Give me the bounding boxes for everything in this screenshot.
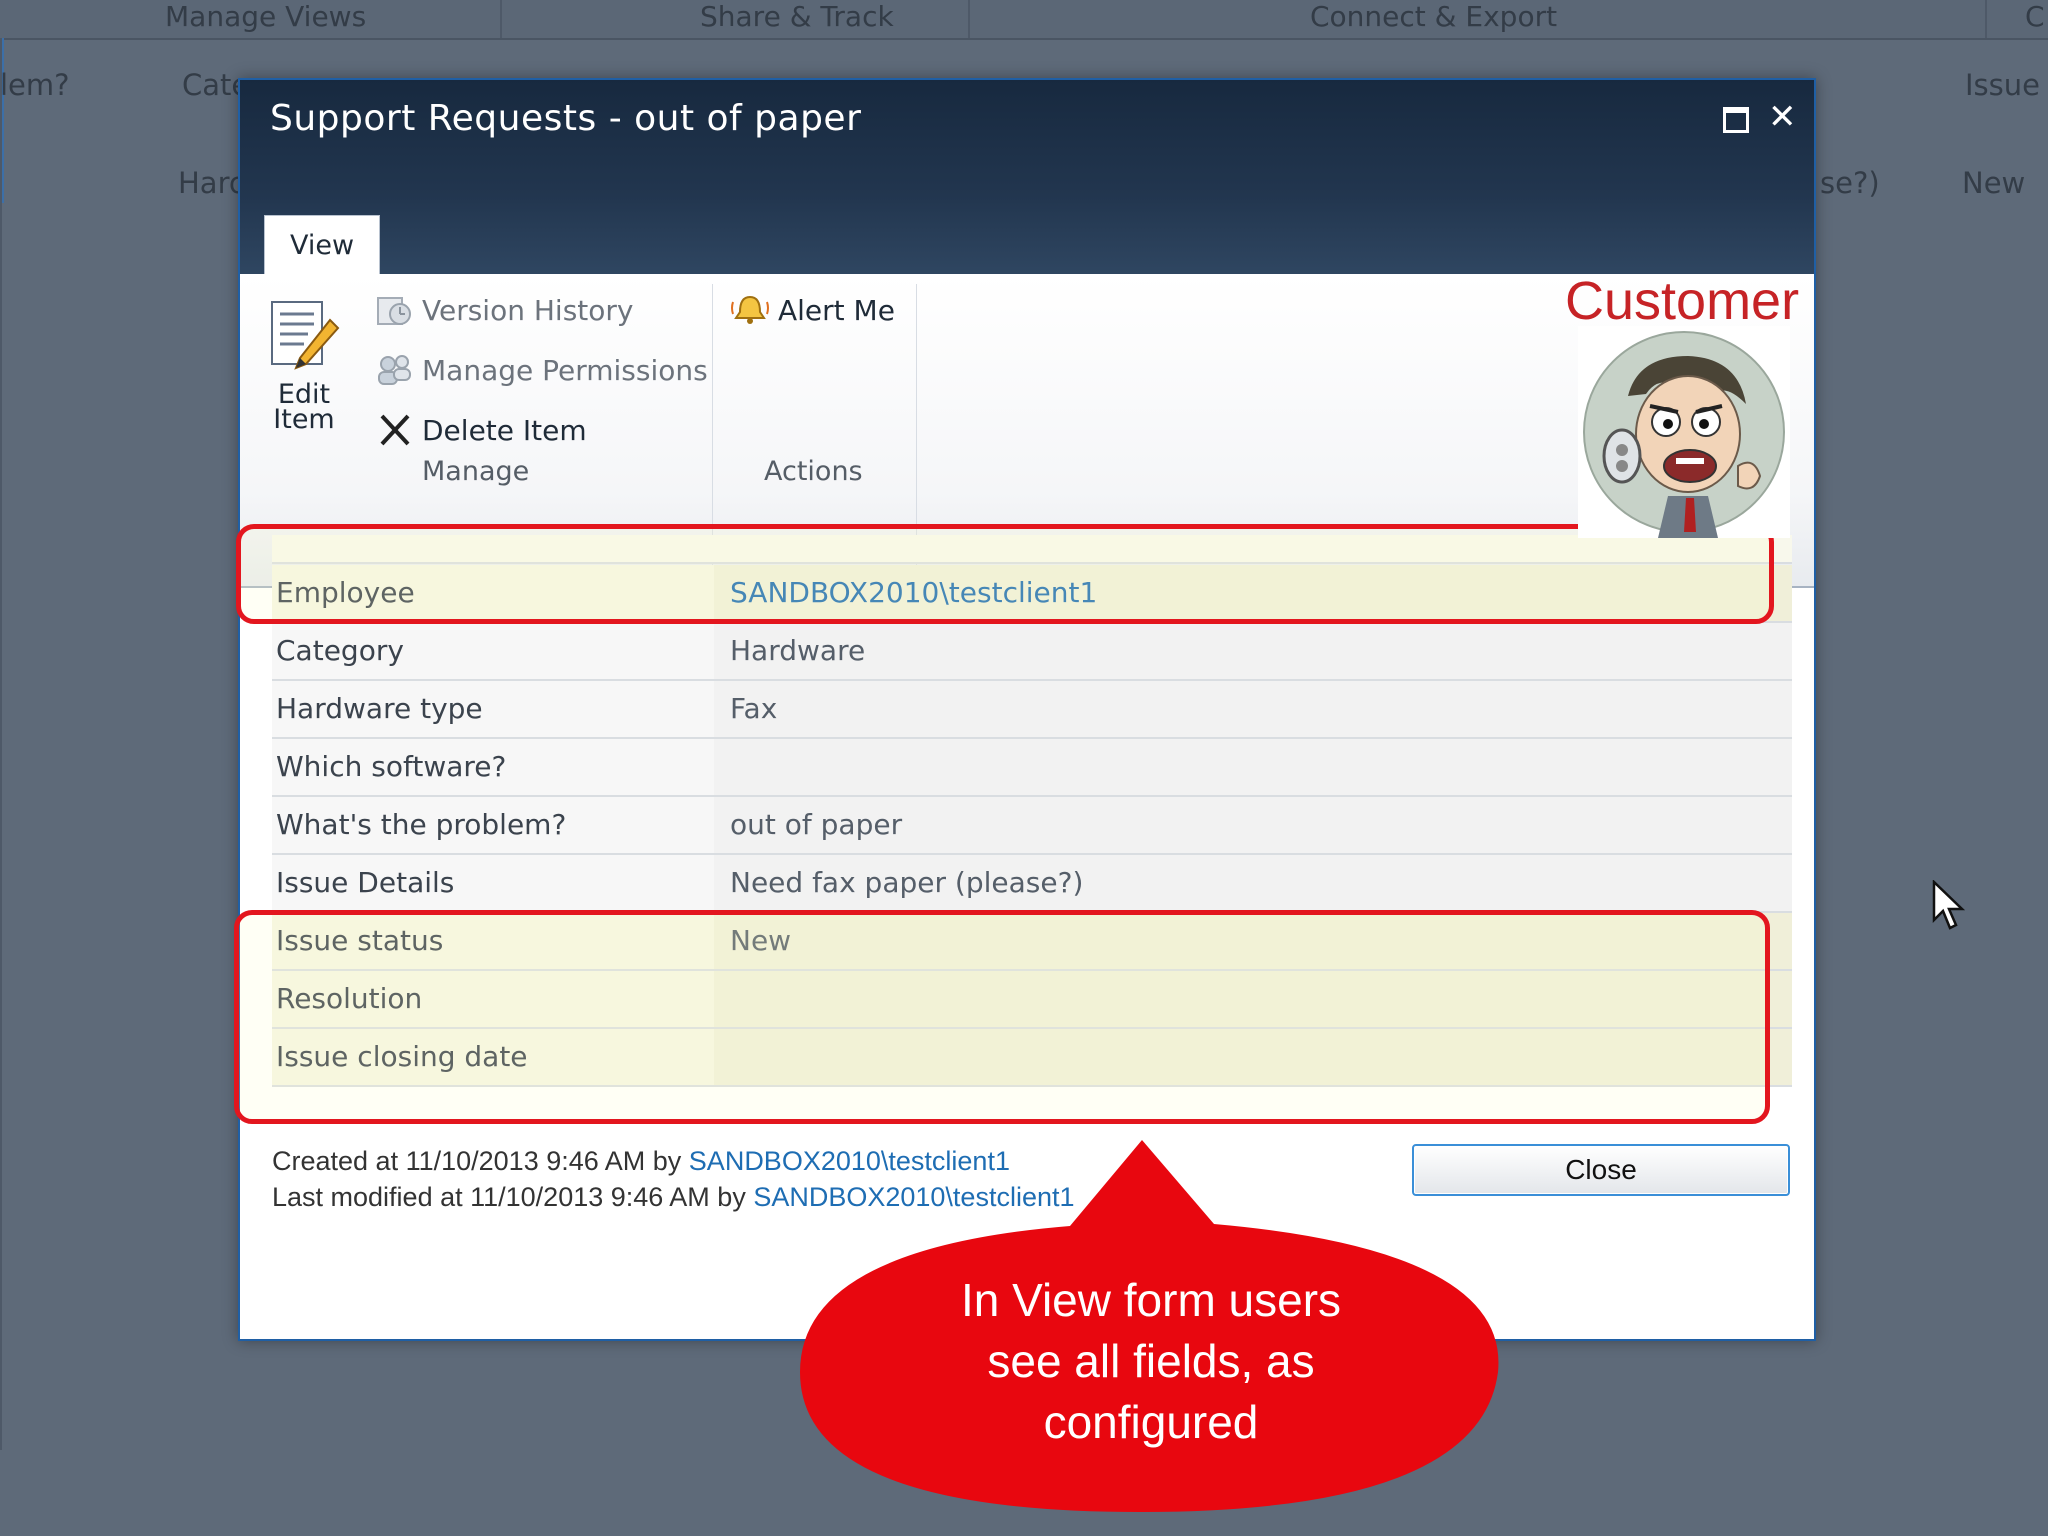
field-value: Hardware bbox=[714, 623, 1792, 679]
bg-separator bbox=[968, 0, 970, 38]
dialog-titlebar: Support Requests - out of paper ✕ View bbox=[240, 80, 1814, 276]
alert-me-button[interactable]: Alert Me bbox=[730, 290, 895, 330]
created-prefix: Created at 11/10/2013 9:46 AM by bbox=[272, 1146, 689, 1176]
edit-document-icon bbox=[271, 301, 340, 370]
edit-item-label: Edit Item bbox=[273, 379, 335, 435]
field-row-hardware-type: Hardware type Fax bbox=[272, 681, 1792, 739]
field-row-problem: What's the problem? out of paper bbox=[272, 797, 1792, 855]
bg-separator bbox=[500, 0, 502, 38]
mouse-cursor-icon bbox=[1932, 880, 1966, 930]
status-fields-highlight-box bbox=[234, 910, 1770, 1124]
field-value: Fax bbox=[714, 681, 1792, 737]
bg-separator bbox=[1985, 0, 1987, 38]
field-label: What's the problem? bbox=[272, 797, 714, 853]
dialog-title: Support Requests - out of paper bbox=[270, 98, 862, 139]
field-row-issue-details: Issue Details Need fax paper (please?) bbox=[272, 855, 1792, 913]
angry-customer-icon bbox=[1578, 326, 1790, 538]
bg-group-share-track: Share & Track bbox=[700, 0, 894, 33]
bg-column-header: Issue bbox=[1965, 68, 2040, 102]
delete-x-icon bbox=[374, 412, 414, 448]
tab-view[interactable]: View bbox=[264, 215, 380, 276]
modified-prefix: Last modified at 11/10/2013 9:46 AM by bbox=[272, 1182, 754, 1212]
alert-me-label: Alert Me bbox=[778, 293, 895, 327]
group-label-actions: Actions bbox=[764, 456, 863, 487]
bg-group-c: C bbox=[2025, 0, 2045, 33]
customer-label: Customer bbox=[1565, 271, 1800, 331]
version-history-button[interactable]: Version History bbox=[374, 290, 633, 330]
version-history-icon bbox=[374, 292, 414, 328]
callout-line: see all fields, as bbox=[987, 1335, 1315, 1387]
delete-item-label: Delete Item bbox=[422, 413, 587, 447]
group-label-manage: Manage bbox=[422, 456, 530, 487]
field-value: Need fax paper (please?) bbox=[714, 855, 1792, 911]
callout-line: configured bbox=[1043, 1396, 1259, 1448]
edit-item-button[interactable]: Edit Item bbox=[264, 292, 344, 442]
close-icon[interactable]: ✕ bbox=[1768, 100, 1798, 134]
callout-text: In View form users see all fields, as co… bbox=[866, 1270, 1436, 1453]
permissions-icon bbox=[374, 352, 414, 388]
bg-left-border bbox=[0, 38, 2, 1450]
manage-permissions-button[interactable]: Manage Permissions bbox=[374, 350, 708, 390]
field-value bbox=[714, 739, 1792, 795]
bg-cell: Harc bbox=[178, 166, 245, 200]
bg-cell: New bbox=[1962, 166, 2026, 200]
manage-permissions-label: Manage Permissions bbox=[422, 353, 708, 387]
bg-cell: se?) bbox=[1820, 166, 1880, 200]
field-label: Category bbox=[272, 623, 714, 679]
bg-group-connect-export: Connect & Export bbox=[1310, 0, 1558, 33]
field-value: out of paper bbox=[714, 797, 1792, 853]
field-label: Hardware type bbox=[272, 681, 714, 737]
employee-highlight-box bbox=[236, 524, 1774, 624]
version-history-label: Version History bbox=[422, 293, 634, 327]
field-row-category: Category Hardware bbox=[272, 623, 1792, 681]
maximize-icon[interactable] bbox=[1720, 102, 1750, 133]
delete-item-button[interactable]: Delete Item bbox=[374, 410, 587, 450]
field-label: Which software? bbox=[272, 739, 714, 795]
bg-column-header: lem? bbox=[0, 68, 70, 102]
bg-group-manage-views: Manage Views bbox=[165, 0, 367, 33]
field-label: Issue Details bbox=[272, 855, 714, 911]
callout-line: In View form users bbox=[960, 1274, 1342, 1326]
background-ribbon: Manage Views Share & Track Connect & Exp… bbox=[0, 0, 2048, 40]
field-row-which-software: Which software? bbox=[272, 739, 1792, 797]
bell-icon bbox=[730, 292, 770, 328]
